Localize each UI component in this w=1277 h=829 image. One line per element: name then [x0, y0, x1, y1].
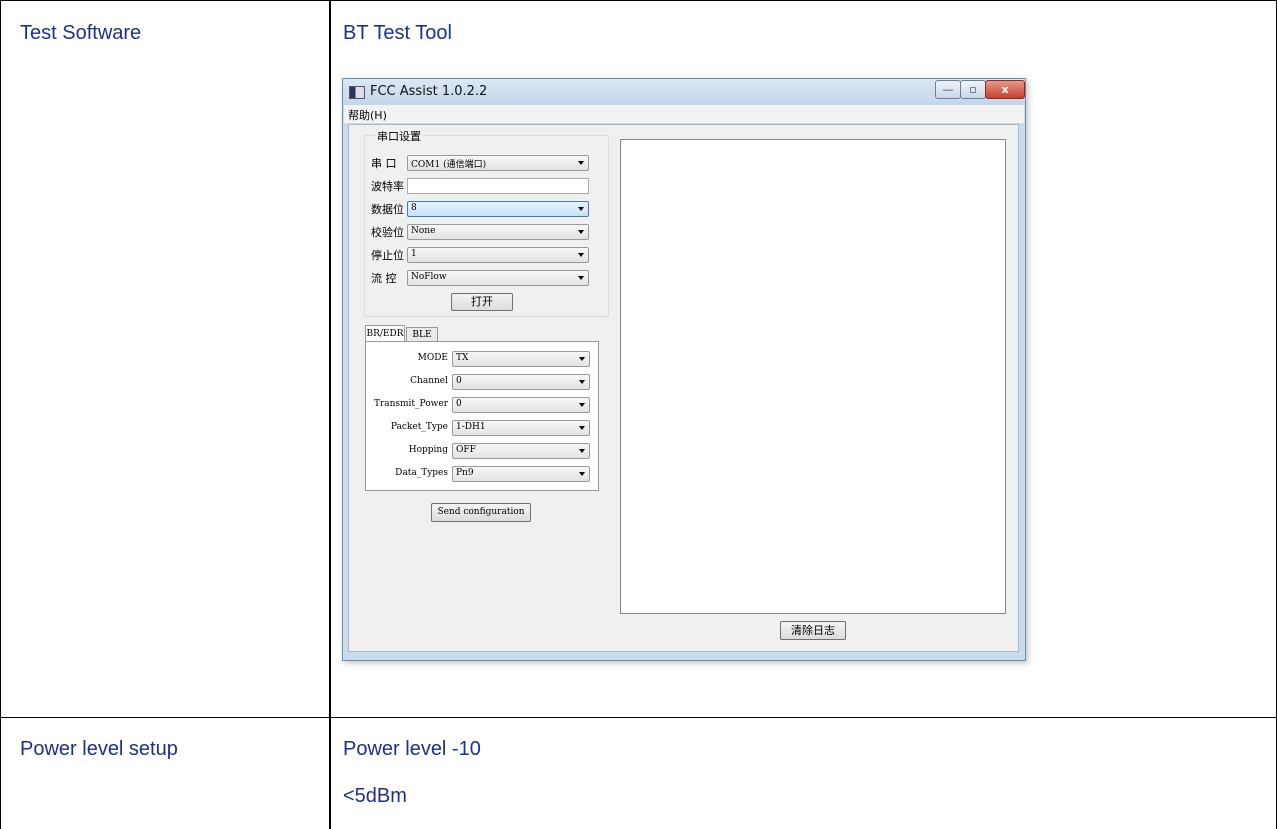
databits-value: 8	[411, 203, 417, 213]
stopbits-select[interactable]: 1	[407, 247, 589, 263]
mode-select[interactable]: TX	[452, 351, 590, 367]
port-select[interactable]: COM1 (通信端口)	[407, 155, 589, 171]
config-panel: MODE TX Channel 0 Transmit_Power 0 Packe…	[365, 341, 599, 491]
data-types-value: Pn9	[456, 468, 474, 478]
minimize-button[interactable]: —	[935, 80, 961, 99]
dropdown-arrow-icon	[578, 207, 584, 211]
databits-select[interactable]: 8	[407, 201, 589, 217]
databits-label: 数据位	[371, 203, 404, 216]
port-value: COM1 (通信端口)	[411, 160, 487, 170]
transmit-power-label: Transmit_Power	[373, 399, 448, 409]
parity-value: None	[411, 226, 436, 236]
table-row-divider	[0, 717, 1277, 718]
hopping-select[interactable]: OFF	[452, 443, 590, 459]
dropdown-arrow-icon	[579, 426, 585, 430]
row-label-power-level-setup: Power level setup	[20, 738, 178, 760]
packet-type-label: Packet_Type	[390, 422, 448, 432]
dropdown-arrow-icon	[579, 357, 585, 361]
dropdown-arrow-icon	[578, 230, 584, 234]
maximize-button[interactable]: ▫	[960, 80, 986, 99]
channel-select[interactable]: 0	[452, 374, 590, 390]
channel-value: 0	[456, 376, 462, 386]
row-value-power-limit: <5dBm	[343, 785, 407, 807]
dropdown-arrow-icon	[579, 449, 585, 453]
packet-type-value: 1-DH1	[456, 422, 486, 432]
transmit-power-select[interactable]: 0	[452, 397, 590, 413]
menu-bar: 帮助(H)	[344, 105, 1024, 124]
row-value-power-level: Power level -10	[343, 738, 481, 760]
tab-ble[interactable]: BLE	[406, 327, 438, 342]
mode-value: TX	[456, 353, 469, 363]
dropdown-arrow-icon	[578, 161, 584, 165]
transmit-power-value: 0	[456, 399, 462, 409]
table-border-top	[0, 0, 1277, 1]
send-configuration-button[interactable]: Send configuration	[431, 503, 531, 522]
dropdown-arrow-icon	[579, 403, 585, 407]
flow-value: NoFlow	[411, 272, 447, 282]
dropdown-arrow-icon	[578, 253, 584, 257]
open-port-button[interactable]: 打开	[451, 293, 513, 311]
hopping-label: Hopping	[408, 445, 448, 455]
window-title: FCC Assist 1.0.2.2	[370, 84, 488, 99]
parity-select[interactable]: None	[407, 224, 589, 240]
data-types-label: Data_Types	[395, 468, 448, 478]
table-column-divider	[329, 0, 331, 829]
baud-label: 波特率	[371, 180, 404, 193]
hopping-value: OFF	[456, 445, 476, 455]
parity-label: 校验位	[371, 226, 404, 239]
dropdown-arrow-icon	[578, 276, 584, 280]
row-label-test-software: Test Software	[20, 22, 142, 44]
table-border-left	[0, 0, 1, 829]
stopbits-value: 1	[411, 249, 417, 259]
baud-rate-input[interactable]	[407, 178, 589, 194]
dropdown-arrow-icon	[579, 472, 585, 476]
serial-settings-group: 串口设置 串 口 COM1 (通信端口) 波特率 数据位 8 校验位 None …	[364, 128, 609, 317]
log-textarea[interactable]	[620, 139, 1006, 614]
clear-log-button[interactable]: 清除日志	[780, 621, 846, 640]
flow-label: 流 控	[371, 272, 397, 285]
window-client-area: 串口设置 串 口 COM1 (通信端口) 波特率 数据位 8 校验位 None …	[348, 124, 1019, 652]
app-icon	[349, 86, 365, 99]
dropdown-arrow-icon	[579, 380, 585, 384]
window-titlebar: FCC Assist 1.0.2.2 — ▫ x	[343, 79, 1025, 105]
port-label: 串 口	[371, 157, 397, 170]
channel-label: Channel	[410, 376, 448, 386]
packet-type-select[interactable]: 1-DH1	[452, 420, 590, 436]
menu-help[interactable]: 帮助(H)	[348, 107, 387, 123]
data-types-select[interactable]: Pn9	[452, 466, 590, 482]
stopbits-label: 停止位	[371, 249, 404, 262]
fcc-assist-window: FCC Assist 1.0.2.2 — ▫ x 帮助(H) 串口设置 串 口 …	[342, 78, 1026, 661]
close-button[interactable]: x	[985, 80, 1025, 99]
mode-label: MODE	[417, 353, 448, 363]
serial-settings-title: 串口设置	[375, 128, 423, 144]
tab-br-edr[interactable]: BR/EDR	[365, 325, 405, 342]
row-value-test-tool: BT Test Tool	[343, 22, 452, 44]
flow-control-select[interactable]: NoFlow	[407, 270, 589, 286]
